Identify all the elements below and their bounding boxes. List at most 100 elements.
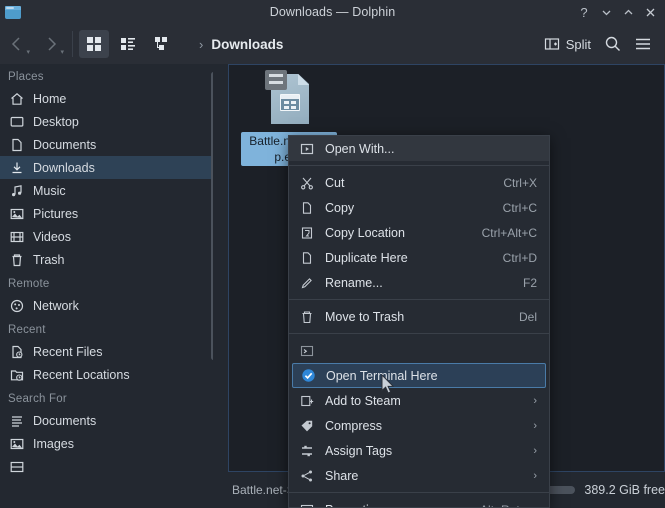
view-mode-icons-button[interactable]	[79, 30, 109, 58]
sidebar-item-search-videos-partial[interactable]	[0, 455, 213, 478]
view-mode-details-button[interactable]	[147, 30, 177, 58]
text-lines-icon	[9, 413, 24, 428]
menu-item-shortcut: F2	[522, 275, 537, 290]
tag-icon	[299, 418, 315, 434]
copy-icon	[299, 200, 315, 216]
sidebar-item-recent-files[interactable]: Recent Files	[0, 340, 213, 363]
menu-item-open-with[interactable]: Open With...	[289, 136, 549, 161]
terminal-icon	[299, 343, 315, 359]
steam-check-icon	[300, 368, 316, 384]
sidebar-item-videos[interactable]: Videos	[0, 225, 213, 248]
share-icon	[299, 468, 315, 484]
submenu-arrow-icon: ›	[533, 419, 537, 432]
overlay-badge-icon	[265, 70, 287, 90]
menu-item-label: Compress	[325, 418, 382, 433]
film-icon	[9, 229, 24, 244]
menu-item-copy[interactable]: Copy Ctrl+C	[289, 195, 549, 220]
activities-icon	[299, 443, 315, 459]
pencil-icon	[299, 275, 315, 291]
sidebar-section-places-title: Places	[8, 71, 44, 83]
sidebar-item-trash[interactable]: Trash	[0, 248, 213, 271]
sidebar-item-home[interactable]: Home	[0, 87, 213, 110]
sidebar-item-documents[interactable]: Documents	[0, 133, 213, 156]
menu-item-shortcut: Ctrl+Alt+C	[481, 225, 537, 240]
menu-item-shortcut: Alt+Return	[480, 503, 537, 508]
copy-location-icon	[299, 225, 315, 241]
open-with-icon	[299, 141, 315, 157]
menu-item-compress[interactable]: Add to Steam ›	[289, 388, 549, 413]
desktop-icon	[9, 114, 24, 129]
sidebar-item-label: Music	[33, 183, 66, 198]
menu-separator	[289, 165, 549, 166]
places-sidebar: Places Home Desktop Documents Downloads	[0, 64, 213, 508]
menu-separator	[289, 492, 549, 493]
menu-item-shortcut: Ctrl+C	[502, 200, 537, 215]
executable-file-icon	[265, 70, 313, 128]
context-menu[interactable]: Open With... Cut Ctrl+X Copy Ctrl+C Copy…	[288, 135, 550, 508]
menu-item-activities[interactable]: Assign Tags ›	[289, 438, 549, 463]
sidebar-section-search-for-title: Search For	[8, 393, 67, 405]
sidebar-item-pictures[interactable]: Pictures	[0, 202, 213, 225]
sidebar-item-label: Downloads	[33, 160, 95, 175]
sidebar-scrollbar[interactable]	[211, 72, 213, 360]
view-mode-compact-button[interactable]	[113, 30, 143, 58]
menu-item-label: Rename...	[325, 275, 383, 290]
breadcrumb-current-folder[interactable]: Downloads	[211, 37, 283, 52]
submenu-arrow-icon: ›	[533, 394, 537, 407]
sidebar-section-recent-title: Recent	[8, 324, 46, 336]
menu-item-copy-location[interactable]: Copy Location Ctrl+Alt+C	[289, 220, 549, 245]
sidebar-section-remote-title: Remote	[8, 278, 50, 290]
menu-item-rename[interactable]: Rename... F2	[289, 270, 549, 295]
breadcrumb[interactable]: › Downloads	[199, 37, 283, 52]
menu-item-label: Open With...	[325, 141, 395, 156]
sidebar-item-label: Recent Files	[33, 344, 103, 359]
sidebar-item-label: Images	[33, 436, 74, 451]
chevron-left-icon	[11, 37, 20, 51]
menu-item-label: Move to Trash	[325, 309, 405, 324]
menu-item-duplicate-here[interactable]: Duplicate Here Ctrl+D	[289, 245, 549, 270]
application-emblem-icon	[280, 94, 300, 111]
menu-item-label: Open Terminal Here	[326, 368, 438, 383]
menu-item-label: Duplicate Here	[325, 250, 408, 265]
forward-button[interactable]: ▾	[34, 29, 68, 59]
split-view-button[interactable]: Split	[538, 32, 597, 56]
sidebar-item-search-images[interactable]: Images	[0, 432, 213, 455]
menu-item-shortcut: Ctrl+X	[503, 175, 537, 190]
image-icon	[9, 436, 24, 451]
chevron-right-icon	[48, 37, 57, 51]
sidebar-item-network[interactable]: Network	[0, 294, 213, 317]
free-space-text: 389.2 GiB free	[584, 483, 665, 497]
menu-separator	[289, 299, 549, 300]
details-view-icon	[155, 37, 167, 50]
sidebar-item-label: Pictures	[33, 206, 79, 221]
split-view-label: Split	[565, 36, 591, 52]
hamburger-menu-button[interactable]	[629, 30, 657, 58]
properties-icon	[299, 502, 315, 507]
menu-item-label: Add to Steam	[325, 393, 401, 408]
sidebar-item-recent-locations[interactable]: Recent Locations	[0, 363, 213, 386]
sidebar-item-desktop[interactable]: Desktop	[0, 110, 213, 133]
menu-item-open-terminal-here[interactable]	[289, 338, 549, 363]
menu-item-shortcut: Ctrl+D	[502, 250, 537, 265]
sidebar-item-label: Home	[33, 91, 67, 106]
sidebar-item-downloads[interactable]: Downloads	[0, 156, 213, 179]
home-icon	[9, 91, 24, 106]
menu-item-label: Copy Location	[325, 225, 405, 240]
sidebar-item-search-documents[interactable]: Documents	[0, 409, 213, 432]
menu-item-label: Copy	[325, 200, 355, 215]
menu-item-assign-tags[interactable]: Compress ›	[289, 413, 549, 438]
sidebar-item-music[interactable]: Music	[0, 179, 213, 202]
sidebar-item-label: Documents	[33, 137, 97, 152]
back-button[interactable]: ▾	[0, 29, 34, 59]
sidebar-item-label: Desktop	[33, 114, 79, 129]
toolbar-separator	[72, 31, 73, 57]
sidebar-item-label: Trash	[33, 252, 65, 267]
toolbar-right-group: Split	[538, 30, 665, 58]
search-button[interactable]	[599, 30, 627, 58]
menu-item-move-to-trash[interactable]: Move to Trash Del	[289, 304, 549, 329]
menu-item-cut[interactable]: Cut Ctrl+X	[289, 170, 549, 195]
menu-item-add-to-steam[interactable]: Open Terminal Here	[292, 363, 546, 388]
menu-item-properties[interactable]: Properties Alt+Return	[289, 497, 549, 508]
chevron-down-icon: ▾	[60, 49, 64, 56]
menu-item-share[interactable]: Share ›	[289, 463, 549, 488]
